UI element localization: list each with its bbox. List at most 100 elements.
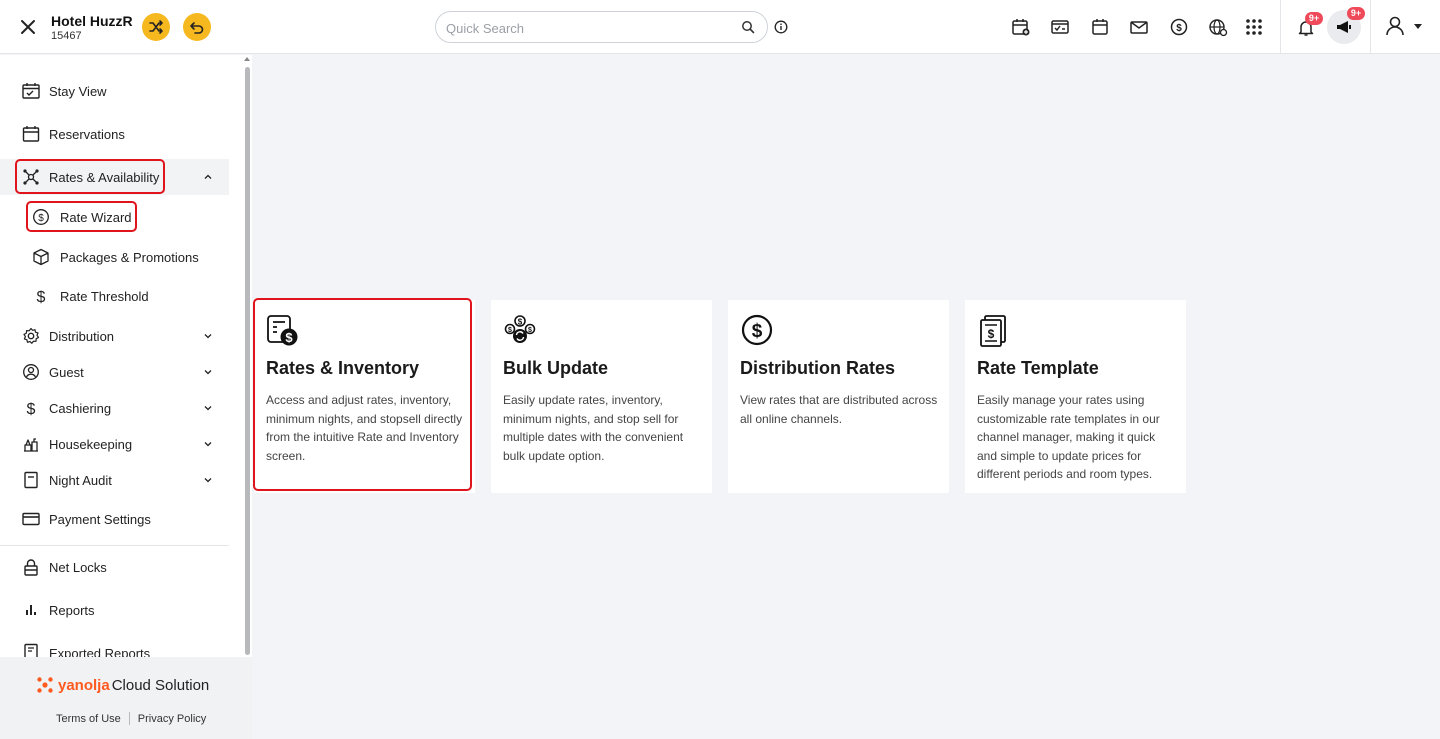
sidebar-item-payment-settings[interactable]: Payment Settings: [0, 501, 229, 537]
brand-name: yanolja: [58, 676, 110, 694]
search-icon[interactable]: [741, 20, 755, 34]
card-description: Easily manage your rates using customiza…: [977, 393, 1160, 481]
card-title: Distribution Rates: [740, 358, 896, 378]
sidebar-item-label: Stay View: [49, 83, 107, 99]
sidebar-item-label: Payment Settings: [49, 511, 151, 527]
card-description: View rates that are distributed across a…: [740, 393, 938, 426]
dollar-icon: $: [21, 398, 41, 418]
hotel-id: 15467: [51, 30, 82, 42]
chevron-down-icon: [204, 370, 212, 375]
card-description: Easily update rates, inventory, minimum …: [503, 393, 684, 463]
export-report-icon: [21, 642, 41, 657]
guest-icon: [21, 362, 41, 382]
apps-grid-icon[interactable]: [1243, 16, 1265, 38]
undo-icon: [190, 22, 204, 34]
privacy-link[interactable]: Privacy Policy: [138, 713, 206, 725]
calendar-add-icon[interactable]: [1010, 16, 1032, 38]
sidebar-item-net-locks[interactable]: Net Locks: [0, 549, 229, 585]
yanolja-logo-icon: [37, 677, 53, 693]
sidebar-item-label: Packages & Promotions: [60, 249, 199, 265]
sidebar-item-label: Housekeeping: [49, 436, 133, 452]
document-icon: [21, 470, 41, 490]
svg-text:$: $: [27, 401, 36, 417]
svg-text:$: $: [988, 327, 995, 341]
highlight-rates-availability: [15, 159, 165, 194]
sidebar-item-label: Cashiering: [49, 400, 112, 416]
svg-text:$: $: [518, 318, 523, 327]
header-divider: [1280, 0, 1281, 54]
notification-badge: 9+: [1305, 12, 1323, 25]
terms-link[interactable]: Terms of Use: [56, 713, 121, 725]
card-rate-template[interactable]: $ Rate Template Easily manage your rates…: [965, 300, 1186, 493]
card-distribution-rates[interactable]: $ Distribution Rates View rates that are…: [728, 300, 949, 493]
chevron-up-icon: [204, 174, 212, 179]
sidebar-item-reservations[interactable]: Reservations: [0, 116, 229, 152]
package-box-icon: [31, 247, 51, 267]
sidebar-item-packages-promotions[interactable]: Packages & Promotions: [0, 239, 229, 275]
svg-text:$: $: [752, 321, 763, 342]
sidebar-item-distribution[interactable]: Distribution: [0, 318, 229, 354]
gear-icon: [21, 326, 41, 346]
sidebar-scrollbar[interactable]: [245, 67, 250, 655]
sidebar-item-reports[interactable]: Reports: [0, 592, 229, 628]
svg-text:$: $: [37, 289, 46, 305]
undo-button[interactable]: [183, 13, 211, 41]
sidebar-item-label: Guest: [49, 364, 84, 380]
switch-property-button[interactable]: [142, 13, 170, 41]
highlight-rate-wizard: [26, 201, 137, 232]
sidebar-item-housekeeping[interactable]: Housekeeping: [0, 426, 229, 462]
svg-text:$: $: [528, 327, 532, 334]
card-title: Bulk Update: [503, 358, 609, 378]
stay-check-icon[interactable]: [1049, 16, 1071, 38]
card-title: Rate Template: [977, 358, 1099, 378]
sidebar-item-rate-threshold[interactable]: $ Rate Threshold: [0, 278, 229, 314]
dollar-circle-icon[interactable]: $: [1168, 16, 1190, 38]
scroll-up-arrow[interactable]: [244, 57, 250, 61]
brand-suffix: Cloud Solution: [111, 676, 210, 694]
user-menu[interactable]: [1384, 15, 1424, 37]
hotel-name: Hotel HuzzR: [51, 13, 133, 29]
close-icon[interactable]: [18, 17, 38, 37]
sidebar-item-cashiering[interactable]: $ Cashiering: [0, 390, 229, 426]
yanolja-logo: yanolja Cloud Solution: [36, 676, 209, 694]
mail-icon[interactable]: [1128, 16, 1150, 38]
dollar-circle-icon: $: [741, 314, 773, 346]
globe-settings-icon[interactable]: [1207, 16, 1229, 38]
sidebar-item-label: Distribution: [49, 328, 115, 344]
credit-card-icon: [21, 509, 41, 529]
dollar-icon: $: [31, 286, 51, 306]
svg-text:$: $: [1176, 23, 1182, 34]
chevron-down-icon: [204, 442, 212, 447]
sidebar-item-label: Reports: [49, 602, 95, 618]
calendar-icon: [21, 124, 41, 144]
sidebar-item-guest[interactable]: Guest: [0, 354, 229, 390]
sidebar-item-label: Exported Reports: [49, 646, 151, 657]
lock-icon: [21, 557, 41, 577]
svg-text:$: $: [508, 327, 512, 334]
sidebar-item-night-audit[interactable]: Night Audit: [0, 462, 229, 498]
sidebar-item-stay-view[interactable]: Stay View: [0, 73, 229, 109]
sidebar-footer: [0, 657, 252, 739]
bulk-update-icon: $ $ $: [504, 315, 536, 343]
stay-view-icon: [21, 81, 41, 101]
info-icon[interactable]: [774, 20, 788, 34]
card-bulk-update[interactable]: $ $ $ Bulk Update Easily update rates, inv…: [491, 300, 712, 493]
chevron-down-icon: [204, 478, 212, 483]
top-bar: Hotel HuzzR 15467 $ 9+ 9+: [0, 0, 1440, 54]
rate-template-icon: $: [980, 315, 1006, 347]
calendar-icon[interactable]: [1089, 16, 1111, 38]
link-divider: [128, 712, 130, 725]
sidebar-item-label: Rate Threshold: [60, 288, 149, 304]
quick-search[interactable]: [435, 11, 768, 43]
footer-links: Terms of Use Privacy Policy: [56, 712, 206, 725]
sidebar-divider: [0, 545, 229, 546]
sidebar-item-label: Net Locks: [49, 559, 107, 575]
sidebar-item-exported-reports[interactable]: Exported Reports: [0, 635, 229, 657]
header-divider: [1370, 0, 1371, 54]
chevron-down-icon: [204, 406, 212, 411]
search-input[interactable]: [446, 18, 736, 38]
chevron-down-icon: [204, 334, 212, 339]
user-icon: [1386, 16, 1404, 36]
housekeeping-icon: [21, 434, 41, 454]
highlight-rates-inventory-card: [253, 298, 472, 491]
